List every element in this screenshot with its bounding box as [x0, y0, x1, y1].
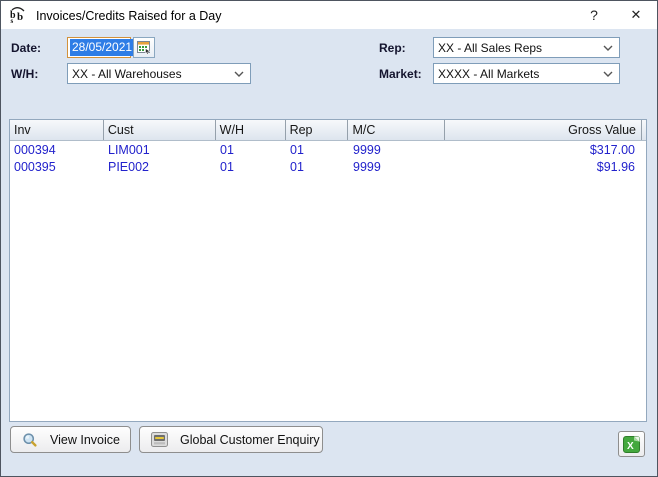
calendar-picker-button[interactable] [133, 37, 155, 58]
cell-gross-value: $317.00 [446, 143, 643, 157]
help-button[interactable]: ? [573, 1, 615, 29]
cell-cust: LIM001 [104, 143, 216, 157]
cell-gross-value: $91.96 [446, 160, 643, 174]
view-invoice-label: View Invoice [50, 433, 120, 447]
market-label: Market: [379, 67, 422, 81]
calendar-icon [137, 41, 151, 54]
date-label: Date: [11, 41, 41, 55]
title-bar: b s b Invoices/Credits Raised for a Day … [1, 1, 657, 29]
cell-wh: 01 [216, 160, 286, 174]
chevron-down-icon [597, 45, 619, 51]
close-button[interactable]: ✕ [615, 1, 657, 29]
search-icon [22, 432, 38, 448]
table-row[interactable]: 000395 PIE002 01 01 9999 $91.96 [10, 158, 646, 175]
wh-label: W/H: [11, 67, 38, 81]
cell-rep: 01 [286, 143, 349, 157]
cell-rep: 01 [286, 160, 349, 174]
cell-cust: PIE002 [104, 160, 216, 174]
table-row[interactable]: 000394 LIM001 01 01 9999 $317.00 [10, 141, 646, 158]
column-header-filler [642, 120, 646, 140]
excel-icon: X [623, 436, 640, 453]
cash-register-icon [151, 432, 168, 447]
svg-text:X: X [627, 441, 634, 452]
svg-text:b: b [17, 11, 23, 23]
global-customer-enquiry-button[interactable]: Global Customer Enquiry [139, 426, 323, 453]
cell-mc: 9999 [349, 143, 446, 157]
cell-inv: 000395 [10, 160, 104, 174]
warehouse-selected-value: XX - All Warehouses [72, 67, 228, 81]
global-customer-enquiry-label: Global Customer Enquiry [180, 433, 320, 447]
view-invoice-button[interactable]: View Invoice [10, 426, 131, 453]
rep-selected-value: XX - All Sales Reps [438, 41, 597, 55]
market-select[interactable]: XXXX - All Markets [433, 63, 620, 84]
date-input[interactable]: 28/05/2021 [67, 37, 131, 58]
rep-label: Rep: [379, 41, 406, 55]
dialog-window: b s b Invoices/Credits Raised for a Day … [0, 0, 658, 477]
column-header-gross-value[interactable]: Gross Value [445, 120, 642, 140]
cell-inv: 000394 [10, 143, 104, 157]
export-to-excel-button[interactable]: X [618, 431, 645, 457]
date-value: 28/05/2021 [70, 39, 134, 56]
chevron-down-icon [228, 71, 250, 77]
column-header-rep[interactable]: Rep [286, 120, 349, 140]
invoices-table: Inv Cust W/H Rep M/C Gross Value 000394 … [9, 119, 647, 422]
chevron-down-icon [597, 71, 619, 77]
svg-text:s: s [11, 17, 14, 24]
column-header-wh[interactable]: W/H [216, 120, 286, 140]
cell-mc: 9999 [349, 160, 446, 174]
column-header-inv[interactable]: Inv [10, 120, 104, 140]
column-header-cust[interactable]: Cust [104, 120, 216, 140]
column-header-mc[interactable]: M/C [348, 120, 445, 140]
table-header-row: Inv Cust W/H Rep M/C Gross Value [10, 120, 646, 141]
rep-select[interactable]: XX - All Sales Reps [433, 37, 620, 58]
warehouse-select[interactable]: XX - All Warehouses [67, 63, 251, 84]
bsb-logo-icon: b s b [9, 5, 29, 25]
market-selected-value: XXXX - All Markets [438, 67, 597, 81]
cell-wh: 01 [216, 143, 286, 157]
window-title: Invoices/Credits Raised for a Day [36, 8, 573, 23]
